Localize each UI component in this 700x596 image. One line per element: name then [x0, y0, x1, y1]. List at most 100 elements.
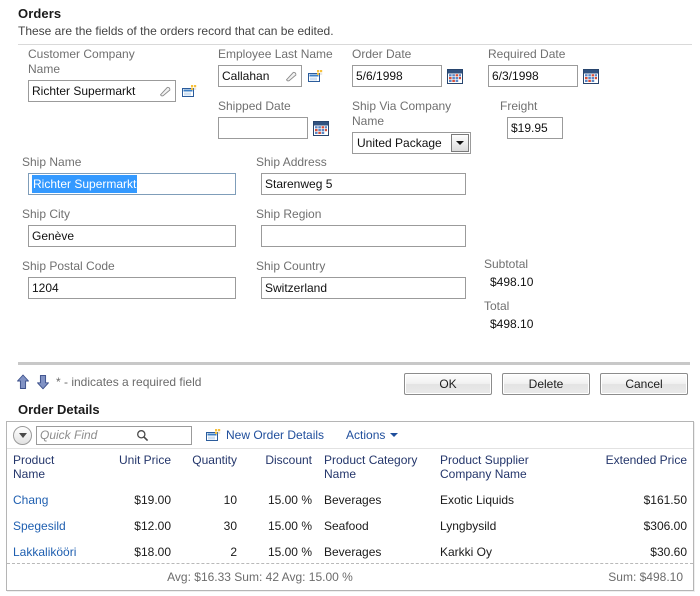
label-shipped-date: Shipped Date: [218, 99, 291, 113]
actions-menu-button[interactable]: Actions: [346, 428, 399, 442]
freight-value: $19.95: [511, 121, 548, 135]
product-name-link[interactable]: Spegesild: [13, 519, 66, 533]
label-ship-postal-code: Ship Postal Code: [22, 259, 115, 273]
field-total: Total $498.10: [484, 299, 634, 331]
field-ship-country: Ship Country Switzerland: [256, 259, 486, 299]
label-ship-via-company-name: Ship Via Company Name: [352, 99, 452, 128]
order-details-footer: Avg: $16.33 Sum: 42 Avg: 15.00 % Sum: $4…: [7, 563, 693, 590]
page-description: These are the fields of the orders recor…: [18, 24, 334, 38]
dialog-buttons: OK Delete Cancel: [404, 373, 688, 395]
cell-quantity: 10: [223, 493, 237, 507]
order-date-input[interactable]: 5/6/1998: [352, 65, 442, 87]
magnifier-icon[interactable]: [136, 429, 188, 442]
column-header-product-supplier-company-name[interactable]: Product Supplier Company Name: [434, 449, 574, 487]
quick-find-input[interactable]: Quick Find: [36, 425, 192, 445]
column-header-extended-price[interactable]: Extended Price: [574, 449, 693, 487]
cell-extended-price: $306.00: [643, 519, 687, 533]
cell-extended-price: $161.50: [643, 493, 687, 507]
ship-name-value: Richter Supermarkt: [32, 175, 138, 193]
freight-input[interactable]: $19.95: [507, 117, 563, 139]
ship-postal-code-input[interactable]: 1204: [28, 277, 236, 299]
new-order-details-label: New Order Details: [226, 428, 325, 442]
ship-address-input[interactable]: Starenweg 5: [261, 173, 466, 195]
chevron-down-icon: [390, 433, 399, 437]
chevron-down-circle-icon[interactable]: [13, 425, 32, 445]
order-details-table: Product Name Unit Price Quantity Discoun…: [7, 449, 693, 565]
pencil-icon[interactable]: [156, 84, 172, 98]
order-details-grid-panel: Quick Find New Order Details Actions Pro…: [6, 421, 694, 591]
new-order-details-button[interactable]: New Order Details: [206, 428, 324, 442]
cell-unit-price: $12.00: [134, 519, 171, 533]
cell-discount: 15.00 %: [267, 519, 312, 533]
product-name-link[interactable]: Lakkalikööri: [13, 545, 76, 559]
calendar-icon[interactable]: [447, 68, 463, 84]
order-date-value: 5/6/1998: [356, 69, 403, 83]
order-details-title: Order Details: [18, 402, 100, 417]
ship-name-input[interactable]: Richter Supermarkt: [28, 173, 236, 195]
column-header-product-category-name[interactable]: Product Category Name: [318, 449, 434, 487]
ship-via-company-name-select[interactable]: United Package: [352, 132, 471, 154]
delete-button[interactable]: Delete: [502, 373, 590, 395]
employee-last-name-input[interactable]: Callahan: [218, 65, 302, 87]
required-date-value: 6/3/1998: [492, 69, 539, 83]
column-header-quantity[interactable]: Quantity: [177, 449, 243, 487]
column-header-product-name[interactable]: Product Name: [7, 449, 99, 487]
cancel-button[interactable]: Cancel: [600, 373, 688, 395]
calendar-icon[interactable]: [583, 68, 599, 84]
ship-city-input[interactable]: Genève: [28, 225, 236, 247]
customer-company-name-input[interactable]: Richter Supermarkt: [28, 80, 176, 102]
cell-product-supplier: Karkki Oy: [440, 545, 493, 559]
footer-aggregates-right: Sum: $498.10: [608, 570, 683, 584]
label-required-date: Required Date: [488, 47, 566, 61]
cell-unit-price: $19.00: [134, 493, 171, 507]
footer-aggregates-left: Avg: $16.33 Sum: 42 Avg: 15.00 %: [167, 570, 353, 584]
field-order-date: Order Date 5/6/1998: [352, 47, 492, 87]
table-row[interactable]: Spegesild $12.00 30 15.00 % Seafood Lyng…: [7, 513, 693, 539]
field-subtotal: Subtotal $498.10: [484, 257, 634, 289]
table-row[interactable]: Chang $19.00 10 15.00 % Beverages Exotic…: [7, 487, 693, 513]
customer-company-name-value: Richter Supermarkt: [32, 84, 136, 98]
lookup-window-icon[interactable]: [182, 84, 197, 98]
ship-address-value: Starenweg 5: [265, 177, 333, 191]
lookup-window-icon[interactable]: [308, 69, 323, 83]
cell-product-supplier: Exotic Liquids: [440, 493, 515, 507]
product-name-link[interactable]: Chang: [13, 493, 48, 507]
ship-region-input[interactable]: [261, 225, 466, 247]
field-ship-address: Ship Address Starenweg 5: [256, 155, 486, 195]
field-employee-last-name: Employee Last Name Callahan: [218, 47, 368, 87]
table-row[interactable]: Lakkalikööri $18.00 2 15.00 % Beverages …: [7, 539, 693, 565]
cell-product-category: Beverages: [324, 493, 382, 507]
column-header-unit-price[interactable]: Unit Price: [99, 449, 177, 487]
required-date-input[interactable]: 6/3/1998: [488, 65, 578, 87]
cell-unit-price: $18.00: [134, 545, 171, 559]
cell-quantity: 30: [223, 519, 237, 533]
label-freight: Freight: [500, 99, 538, 113]
label-order-date: Order Date: [352, 47, 412, 61]
ship-postal-code-value: 1204: [32, 281, 59, 295]
field-shipped-date: Shipped Date: [218, 99, 368, 139]
arrow-up-icon[interactable]: [16, 374, 30, 390]
ship-country-input[interactable]: Switzerland: [261, 277, 466, 299]
chevron-down-icon[interactable]: [451, 134, 469, 152]
new-window-icon: [206, 428, 221, 442]
actions-label: Actions: [346, 428, 386, 442]
ship-country-value: Switzerland: [265, 281, 328, 295]
form-action-bar: * - indicates a required field OK Delete…: [0, 370, 700, 400]
required-field-note: * - indicates a required field: [16, 374, 201, 390]
cell-product-name[interactable]: Chang: [7, 487, 99, 513]
calendar-icon[interactable]: [313, 120, 329, 136]
cell-product-supplier: Lyngbysild: [440, 519, 497, 533]
ship-city-value: Genève: [32, 229, 75, 243]
cell-product-name[interactable]: Spegesild: [7, 513, 99, 539]
label-ship-country: Ship Country: [256, 259, 326, 273]
arrow-down-icon[interactable]: [36, 374, 50, 390]
shipped-date-input[interactable]: [218, 117, 308, 139]
cell-quantity: 2: [230, 545, 237, 559]
cell-product-name[interactable]: Lakkalikööri: [7, 539, 99, 565]
column-header-discount[interactable]: Discount: [243, 449, 318, 487]
cell-discount: 15.00 %: [267, 545, 312, 559]
fields-region: Customer Company Name Richter Supermarkt: [0, 45, 700, 351]
pencil-icon[interactable]: [282, 69, 298, 83]
ok-button[interactable]: OK: [404, 373, 492, 395]
cell-discount: 15.00 %: [267, 493, 312, 507]
